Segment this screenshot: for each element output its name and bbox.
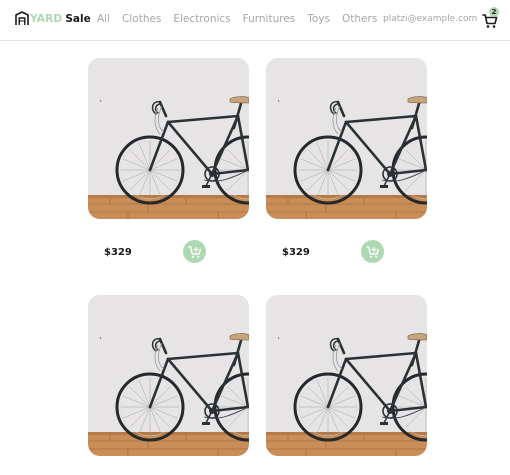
nav-link-all[interactable]: All — [97, 13, 110, 25]
nav-link-toys[interactable]: Toys — [307, 13, 330, 25]
bicycle-photo — [88, 58, 249, 219]
nav-link-others[interactable]: Others — [342, 13, 377, 25]
logo-text-yard: YARD — [30, 12, 63, 25]
add-to-cart-icon — [365, 245, 379, 258]
nav-link-furnitures[interactable]: Furnitures — [243, 13, 296, 25]
top-navbar: YARD Sale All Clothes Electronics Furnit… — [0, 0, 510, 41]
product-image[interactable] — [88, 295, 249, 456]
account-email[interactable]: platzi@example.com — [383, 14, 477, 24]
category-nav: All Clothes Electronics Furnitures Toys … — [97, 13, 389, 25]
logo-icon — [15, 11, 29, 25]
bicycle-photo — [88, 295, 249, 456]
nav-link-clothes[interactable]: Clothes — [122, 13, 161, 25]
product-price: $329 — [104, 247, 132, 258]
yard-sale-logo[interactable]: YARD Sale — [15, 11, 91, 26]
add-to-cart-icon — [187, 245, 201, 258]
product-image[interactable] — [266, 58, 427, 219]
product-image[interactable] — [266, 295, 427, 456]
product-image[interactable] — [88, 58, 249, 219]
bicycle-photo — [266, 295, 427, 456]
shopping-cart-button[interactable]: 2 — [481, 7, 499, 28]
product-price: $329 — [282, 247, 310, 258]
logo-text-sale: Sale — [65, 12, 91, 25]
add-to-cart-button[interactable] — [361, 240, 384, 263]
bicycle-photo — [266, 58, 427, 219]
cart-count-badge: 2 — [489, 7, 499, 17]
nav-link-electronics[interactable]: Electronics — [173, 13, 230, 25]
add-to-cart-button[interactable] — [183, 240, 206, 263]
